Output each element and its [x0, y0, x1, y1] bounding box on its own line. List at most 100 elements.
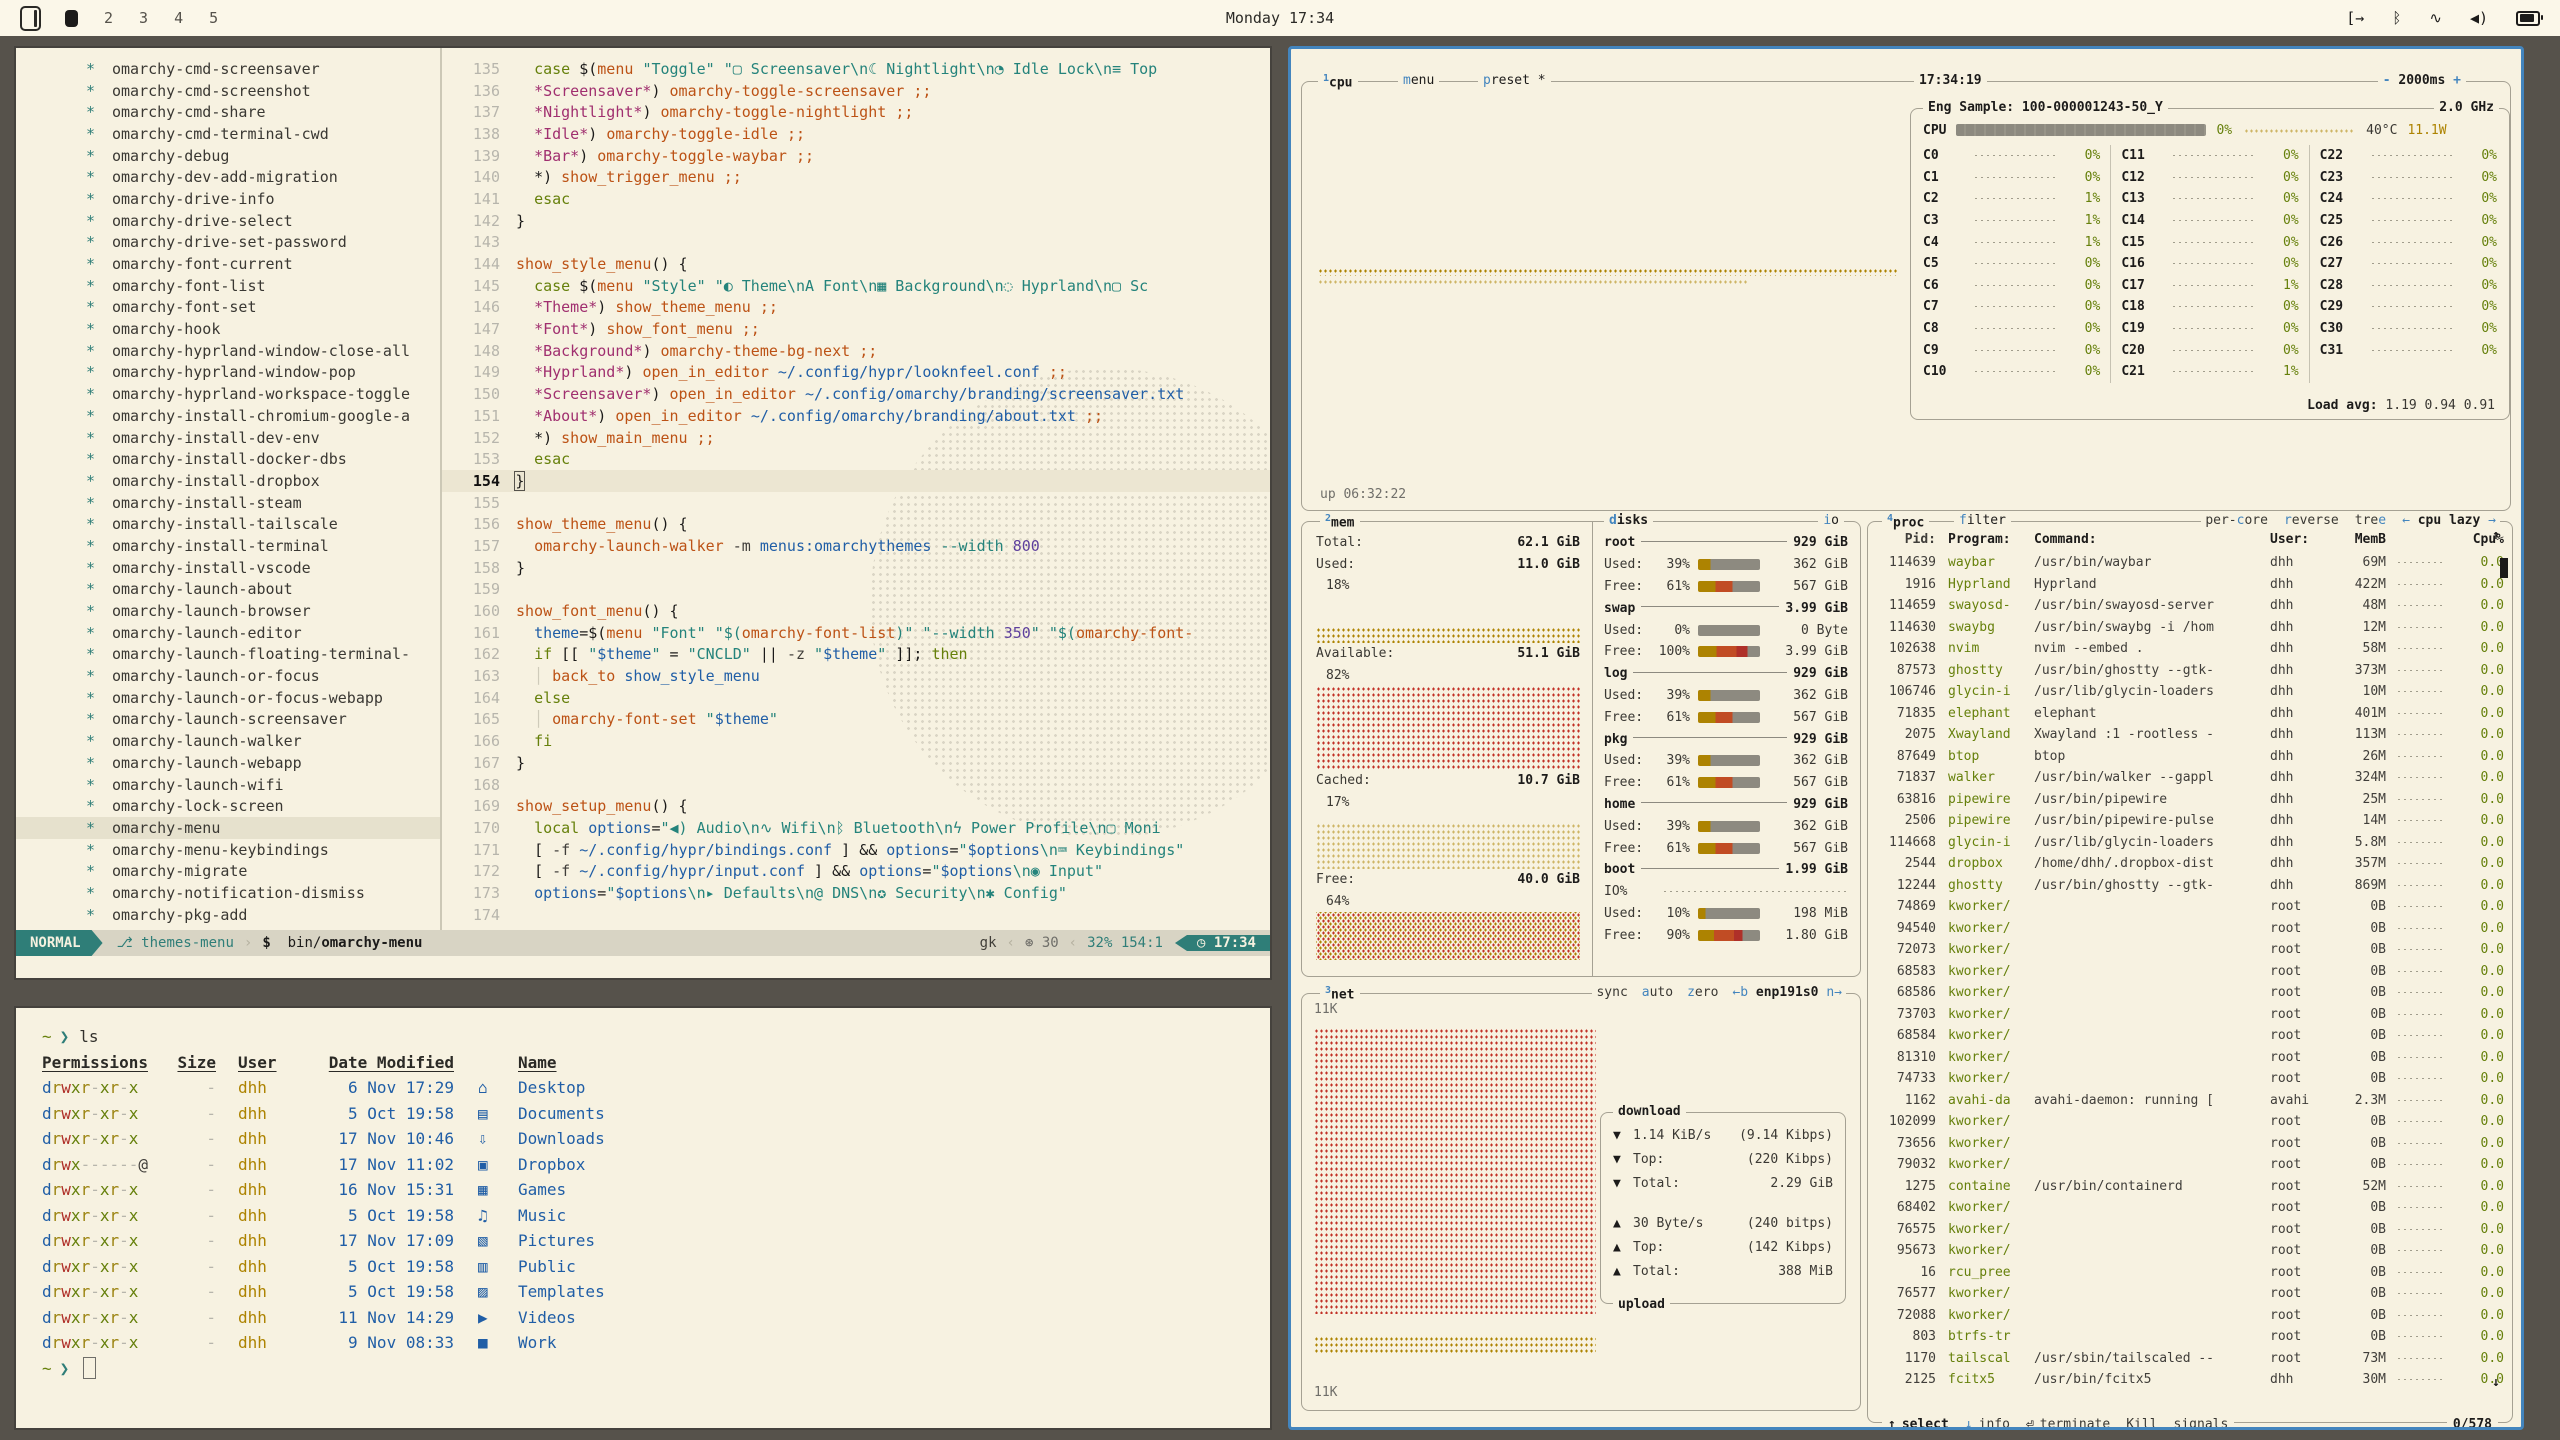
process-row[interactable]: 95673kworker/root0B0.0 [1878, 1240, 2502, 1262]
process-row[interactable]: 68402kworker/root0B0.0 [1878, 1197, 2502, 1219]
file-name[interactable]: Games [518, 1180, 1244, 1199]
process-row[interactable]: 1162avahi-daavahi-daemon: running [avahi… [1878, 1090, 2502, 1112]
refresh-interval[interactable]: - 2000ms + [2378, 73, 2466, 88]
file-item[interactable]: *omarchy-launch-floating-terminal- [16, 644, 440, 666]
prompt-line-2[interactable]: ~ ❯ [42, 1356, 1244, 1382]
file-item[interactable]: *omarchy-launch-screensaver [16, 709, 440, 731]
file-name[interactable]: Pictures [518, 1231, 1244, 1250]
file-item[interactable]: *omarchy-font-list [16, 275, 440, 297]
net-option[interactable]: auto [1642, 985, 1673, 1000]
file-item[interactable]: *omarchy-migrate [16, 860, 440, 882]
file-item[interactable]: *omarchy-cmd-share [16, 101, 440, 123]
process-row[interactable]: 71835elephantelephantdhh401M0.0 [1878, 703, 2502, 725]
file-item[interactable]: *omarchy-drive-info [16, 188, 440, 210]
process-row[interactable]: 12244ghostty/usr/bin/ghostty --gtk-dhh86… [1878, 875, 2502, 897]
net-option[interactable]: ←b enp191s0 n→ [1732, 985, 1842, 1000]
tab-preset[interactable]: preset * [1478, 73, 1551, 88]
proc-filter[interactable]: filter [1954, 513, 2011, 528]
process-row[interactable]: 74733kworker/root0B0.0 [1878, 1068, 2502, 1090]
process-row[interactable]: 2506pipewire/usr/bin/pipewire-pulsedhh14… [1878, 810, 2502, 832]
process-row[interactable]: 1170tailscal/usr/sbin/tailscaled --root7… [1878, 1348, 2502, 1370]
file-name[interactable]: Music [518, 1206, 1244, 1225]
battery-icon[interactable] [2516, 11, 2540, 26]
file-item[interactable]: *omarchy-menu-keybindings [16, 839, 440, 861]
file-item[interactable]: *omarchy-install-chromium-google-a [16, 405, 440, 427]
process-row[interactable]: 114659swayosd-/usr/bin/swayosd-serverdhh… [1878, 595, 2502, 617]
file-item[interactable]: *omarchy-hook [16, 318, 440, 340]
net-option[interactable]: zero [1687, 985, 1718, 1000]
file-item[interactable]: *omarchy-pkg-add [16, 904, 440, 926]
file-name[interactable]: Desktop [518, 1078, 1244, 1097]
process-row[interactable]: 81310kworker/root0B0.0 [1878, 1047, 2502, 1069]
file-name[interactable]: Public [518, 1257, 1244, 1276]
proc-hint[interactable]: Kill [2126, 1417, 2157, 1430]
process-row[interactable]: 1275containe/usr/bin/containerdroot52M0.… [1878, 1176, 2502, 1198]
file-item[interactable]: *omarchy-launch-or-focus-webapp [16, 687, 440, 709]
proc-option[interactable]: ← cpu lazy → [2402, 513, 2496, 528]
terminal-window[interactable]: ~ ❯ ls Permissions Size User Date Modifi… [14, 1006, 1272, 1430]
file-item[interactable]: *omarchy-menu [16, 817, 440, 839]
net-option[interactable]: sync [1596, 985, 1627, 1000]
process-row[interactable]: 63816pipewire/usr/bin/pipewiredhh25M0.0 [1878, 789, 2502, 811]
file-item[interactable]: *omarchy-font-set [16, 297, 440, 319]
code-pane[interactable]: 135 case $(menu "Toggle" "▢ Screensaver\… [442, 48, 1270, 930]
file-name[interactable]: Dropbox [518, 1155, 1244, 1174]
process-row[interactable]: 76577kworker/root0B0.0 [1878, 1283, 2502, 1305]
process-row[interactable]: 73656kworker/root0B0.0 [1878, 1133, 2502, 1155]
process-row[interactable]: 79032kworker/root0B0.0 [1878, 1154, 2502, 1176]
file-item[interactable]: *omarchy-hyprland-workspace-toggle [16, 383, 440, 405]
process-row[interactable]: 2544dropbox/home/dhh/.dropbox-distdhh357… [1878, 853, 2502, 875]
btop-window[interactable]: 1cpu menu preset * 17:34:19 - 2000ms + u… [1288, 46, 2524, 1430]
process-row[interactable]: 114668glycin-i/usr/lib/glycin-loadersdhh… [1878, 832, 2502, 854]
proc-hint[interactable]: ↓info [1965, 1417, 2010, 1430]
file-item[interactable]: *omarchy-notification-dismiss [16, 882, 440, 904]
file-item[interactable]: *omarchy-install-vscode [16, 557, 440, 579]
proc-hint[interactable]: ⏎terminate [2026, 1417, 2110, 1430]
bluetooth-icon[interactable]: ᛒ [2392, 9, 2401, 27]
process-row[interactable]: 68584kworker/root0B0.0 [1878, 1025, 2502, 1047]
process-row[interactable]: 68583kworker/root0B0.0 [1878, 961, 2502, 983]
file-item[interactable]: *omarchy-install-steam [16, 492, 440, 514]
file-item[interactable]: *omarchy-font-current [16, 253, 440, 275]
process-row[interactable]: 106746glycin-i/usr/lib/glycin-loadersdhh… [1878, 681, 2502, 703]
proc-scrollbar[interactable] [2500, 558, 2508, 578]
file-item[interactable]: *omarchy-cmd-terminal-cwd [16, 123, 440, 145]
proc-option[interactable]: tree [2355, 513, 2386, 528]
file-item[interactable]: *omarchy-lock-screen [16, 795, 440, 817]
file-item[interactable]: *omarchy-launch-or-focus [16, 665, 440, 687]
file-item[interactable]: *omarchy-drive-set-password [16, 232, 440, 254]
file-item[interactable]: *omarchy-install-terminal [16, 535, 440, 557]
file-item[interactable]: *omarchy-drive-select [16, 210, 440, 232]
process-row[interactable]: 16rcu_preeroot0B0.0 [1878, 1262, 2502, 1284]
process-row[interactable]: 76575kworker/root0B0.0 [1878, 1219, 2502, 1241]
process-row[interactable]: 102099kworker/root0B0.0 [1878, 1111, 2502, 1133]
file-item[interactable]: *omarchy-launch-browser [16, 600, 440, 622]
file-name[interactable]: Work [518, 1333, 1244, 1352]
process-row[interactable]: 94540kworker/root0B0.0 [1878, 918, 2502, 940]
file-item[interactable]: *omarchy-cmd-screensaver [16, 58, 440, 80]
tab-mem[interactable]: 2mem [1320, 513, 1360, 530]
process-row[interactable]: 68586kworker/root0B0.0 [1878, 982, 2502, 1004]
file-item[interactable]: *omarchy-install-dropbox [16, 470, 440, 492]
process-row[interactable]: 71837walker/usr/bin/walker --gappldhh324… [1878, 767, 2502, 789]
file-item[interactable]: *omarchy-launch-wifi [16, 774, 440, 796]
proc-option[interactable]: per-core [2205, 513, 2268, 528]
volume-icon[interactable]: ◀) [2470, 9, 2488, 27]
tab-cpu[interactable]: 1cpu [1318, 73, 1358, 90]
file-name[interactable]: Documents [518, 1104, 1244, 1123]
process-row[interactable]: 73703kworker/root0B0.0 [1878, 1004, 2502, 1026]
process-row[interactable]: 87649btopbtopdhh26M0.0 [1878, 746, 2502, 768]
file-name[interactable]: Videos [518, 1308, 1244, 1327]
process-row[interactable]: 803btrfs-trroot0B0.0 [1878, 1326, 2502, 1348]
file-item[interactable]: *omarchy-debug [16, 145, 440, 167]
wifi-icon[interactable]: ∿ [2429, 9, 2442, 27]
file-item[interactable]: *omarchy-launch-about [16, 579, 440, 601]
file-item[interactable]: *omarchy-install-docker-dbs [16, 448, 440, 470]
proc-hint[interactable]: signals [2174, 1417, 2229, 1430]
process-row[interactable]: 114630swaybg/usr/bin/swaybg -i /homdhh12… [1878, 617, 2502, 639]
proc-hint[interactable]: ↑select [1888, 1417, 1949, 1430]
file-item[interactable]: *omarchy-launch-walker [16, 730, 440, 752]
editor-window[interactable]: *omarchy-cmd-screensaver*omarchy-cmd-scr… [14, 46, 1272, 980]
process-row[interactable]: 74869kworker/root0B0.0 [1878, 896, 2502, 918]
file-item[interactable]: *omarchy-launch-webapp [16, 752, 440, 774]
